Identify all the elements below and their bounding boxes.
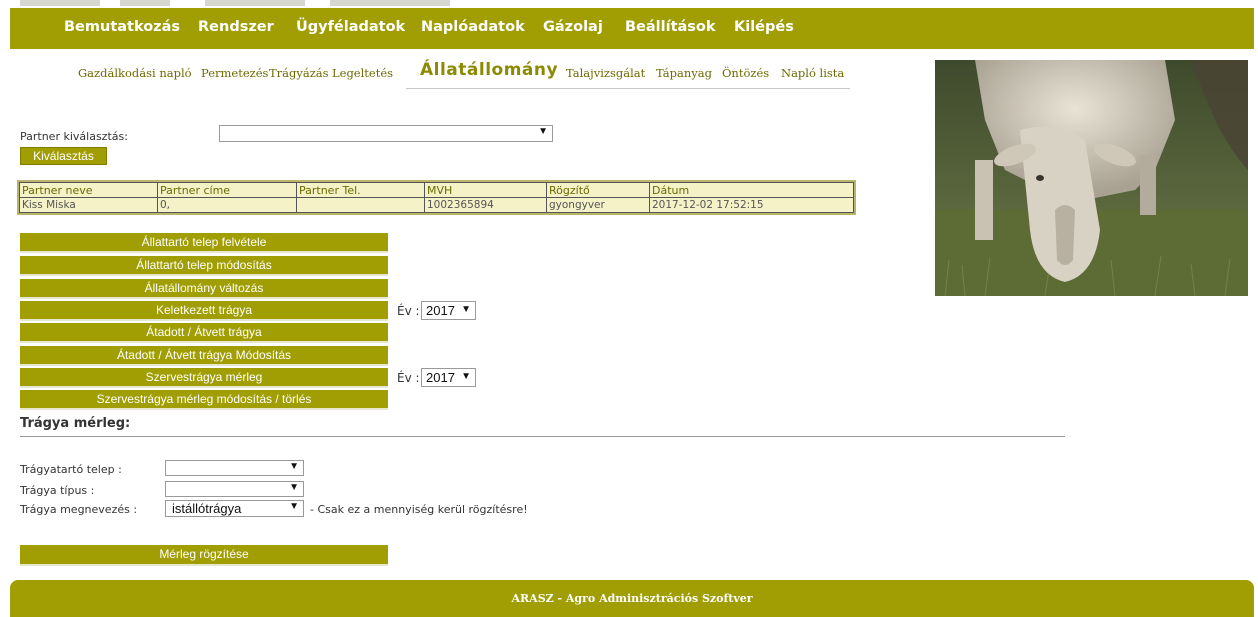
allattarto-telep-felvetele-button[interactable]: Állattartó telep felvétele [20,233,388,253]
nav-item-rendszer[interactable]: Rendszer [198,19,274,35]
main-nav: Bemutatkozás Rendszer Ügyféladatok Napló… [10,8,1254,49]
nav-item-ugyfeladatok[interactable]: Ügyféladatok [296,19,405,35]
subnav-item-allatallomany-active[interactable]: Állatállomány [420,60,558,80]
cell-mvh: 1002365894 [424,197,547,213]
col-header-mvh: MVH [424,182,547,198]
dropdown-arrow-icon: ▼ [289,482,299,493]
top-strip [0,0,1258,8]
keletkezett-tragya-button[interactable]: Keletkezett trágya [20,301,388,321]
tragyatarto-telep-label: Trágyatartó telep : [20,463,122,476]
partner-select[interactable]: ▼ [219,125,553,142]
top-strip-shade [20,0,100,6]
quantity-note: - Csak ez a mennyiség kerül rögzítésre! [310,503,528,516]
table-header-row: Partner neve Partner címe Partner Tel. M… [19,182,854,198]
nav-item-kilepes[interactable]: Kilépés [734,19,794,35]
sub-nav: Gazdálkodási napló Permetezés Trágyázás … [78,60,850,92]
footer: ARASZ - Agro Adminisztrációs Szoftver [10,580,1254,617]
cell-rogzito: gyongyver [546,197,650,213]
subnav-item-gazdalkodasi-naplo[interactable]: Gazdálkodási napló [78,66,192,80]
subnav-item-tapanyag[interactable]: Tápanyag [656,66,712,80]
cell-partner-neve: Kiss Miska [19,197,158,213]
szervestragya-merleg-button[interactable]: Szervestrágya mérleg [20,368,388,388]
nav-item-naploadatok[interactable]: Naplóadatok [421,19,525,35]
year-select-label-1: Év : [397,304,420,318]
merleg-rogzitese-button[interactable]: Mérleg rögzítése [20,545,388,566]
partner-select-button[interactable]: Kiválasztás [20,147,107,165]
subnav-item-naplo-lista[interactable]: Napló lista [781,66,844,80]
col-header-rogzito: Rögzítő [546,182,650,198]
atadott-atvett-tragya-modositas-button[interactable]: Átadott / Átvett trágya Módosítás [20,346,388,366]
dropdown-arrow-icon: ▼ [289,461,299,472]
year-select-label-2: Év : [397,371,420,385]
top-strip-shade [120,0,170,6]
tragya-megnevezes-label: Trágya megnevezés : [20,503,138,516]
col-header-partner-cime: Partner címe [157,182,297,198]
partner-select-label: Partner kiválasztás: [20,130,128,143]
tragya-tipus-label: Trágya típus : [20,484,95,497]
cell-datum: 2017-12-02 17:52:15 [649,197,854,213]
subnav-item-tragyazas[interactable]: Trágyázás [269,66,329,80]
dropdown-arrow-icon: ▼ [461,371,471,382]
tragya-merleg-title: Trágya mérleg: [20,416,131,431]
dropdown-arrow-icon: ▼ [461,304,471,315]
section-divider [20,436,1065,437]
tragya-megnevezes-select[interactable]: istállótrágya ▼ [165,500,304,517]
szervestragya-merleg-modositas-torles-button[interactable]: Szervestrágya mérleg módosítás / törlés [20,390,388,410]
year-select-1-value: 2017 [426,303,455,318]
cell-partner-cime: 0, [157,197,297,213]
year-select-2-value: 2017 [426,370,455,385]
subnav-item-legeltetes[interactable]: Legeltetés [332,66,393,80]
tragyatarto-telep-select[interactable]: ▼ [165,460,304,476]
col-header-datum: Dátum [649,182,854,198]
top-strip-shade [205,0,305,6]
tragya-megnevezes-value: istállótrágya [172,501,242,516]
col-header-partner-tel: Partner Tel. [296,182,425,198]
cell-partner-tel [296,197,425,213]
sheep-photo-illustration [935,60,1248,296]
year-select-2[interactable]: 2017 ▼ [421,368,476,387]
dropdown-arrow-icon: ▼ [289,501,299,512]
atadott-atvett-tragya-button[interactable]: Átadott / Átvett trágya [20,323,388,343]
col-header-partner-neve: Partner neve [19,182,158,198]
nav-item-bemutatkozas[interactable]: Bemutatkozás [64,19,180,35]
dropdown-arrow-icon: ▼ [538,126,548,137]
allattarto-telep-modositas-button[interactable]: Állattartó telep módosítás [20,256,388,276]
allatallomany-valtozas-button[interactable]: Állatállomány változás [20,279,388,299]
tragya-tipus-select[interactable]: ▼ [165,481,304,497]
table-row[interactable]: Kiss Miska 0, 1002365894 gyongyver 2017-… [19,197,854,213]
nav-item-gazolaj[interactable]: Gázolaj [543,19,603,35]
subnav-item-ontozes[interactable]: Öntözés [722,66,769,80]
partner-table: Partner neve Partner címe Partner Tel. M… [17,180,856,215]
subnav-item-talajvizsgalat[interactable]: Talajvizsgálat [566,66,645,80]
subnav-item-permetezes[interactable]: Permetezés [201,66,268,80]
nav-item-beallitasok[interactable]: Beállítások [625,19,716,35]
year-select-1[interactable]: 2017 ▼ [421,301,476,320]
footer-text: ARASZ - Agro Adminisztrációs Szoftver [511,592,753,605]
subnav-underline [406,88,850,89]
top-strip-shade [330,0,450,6]
sheep-grazing-photo [935,60,1248,296]
